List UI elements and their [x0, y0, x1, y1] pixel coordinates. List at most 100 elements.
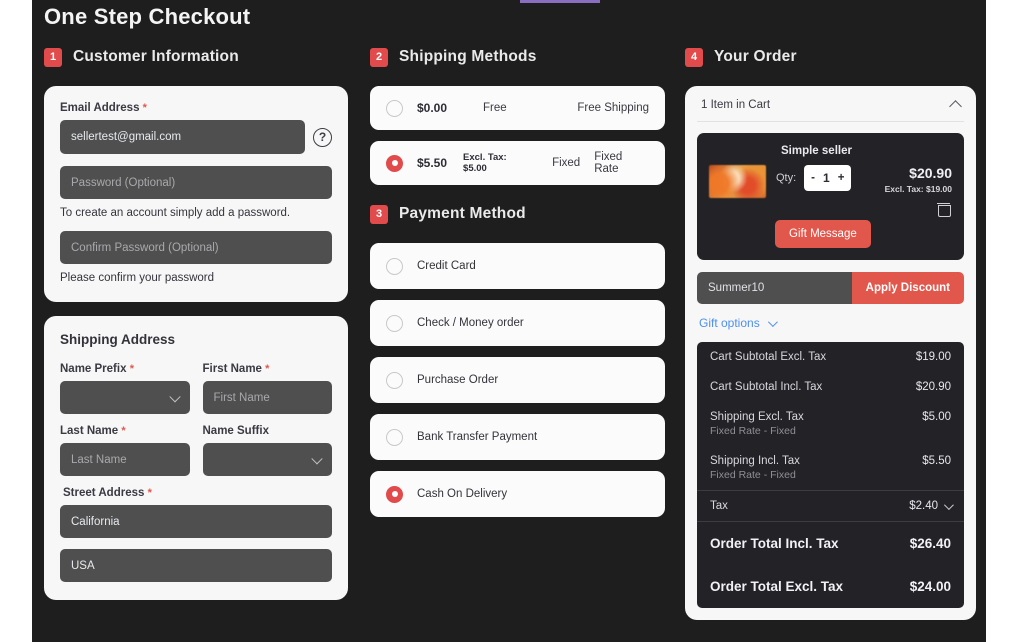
- radio-icon-selected[interactable]: [386, 154, 403, 172]
- payment-method-purchase-order[interactable]: Purchase Order: [370, 357, 665, 403]
- required-marker: *: [147, 487, 152, 499]
- email-row: sellertest@gmail.com ?: [60, 120, 332, 154]
- trash-icon[interactable]: [937, 202, 951, 217]
- cart-item-price: $20.90: [909, 165, 952, 181]
- totals-sublabel: Fixed Rate - Fixed: [710, 425, 796, 437]
- shipping-carrier-name: Free Shipping: [577, 102, 649, 114]
- radio-icon-selected[interactable]: [386, 485, 403, 503]
- totals-value: $20.90: [915, 381, 951, 393]
- step-badge-3: 3: [370, 204, 388, 224]
- payment-method-label: Purchase Order: [417, 374, 499, 386]
- name-prefix-label: Name Prefix *: [60, 363, 134, 375]
- totals-row: Cart Subtotal Incl. Tax $20.90: [697, 372, 964, 402]
- shipping-carrier-name: Fixed Rate: [594, 151, 623, 175]
- totals-label: Cart Subtotal Incl. Tax: [710, 381, 823, 393]
- email-input[interactable]: sellertest@gmail.com: [60, 120, 305, 154]
- section-title-payment: Payment Method: [399, 205, 526, 222]
- payment-method-credit-card[interactable]: Credit Card: [370, 243, 665, 289]
- question-circle-icon[interactable]: ?: [313, 127, 332, 147]
- shipping-method-option[interactable]: $0.00 Free Free Shipping: [370, 86, 665, 130]
- shipping-method-option[interactable]: $5.50 Excl. Tax: $5.00 Fixed Fixed Rate: [370, 141, 665, 185]
- radio-icon[interactable]: [386, 257, 403, 275]
- section-header-payment: 3 Payment Method: [370, 199, 665, 229]
- password-input[interactable]: Password (Optional): [60, 166, 332, 199]
- quantity-decrement-button[interactable]: -: [811, 172, 815, 184]
- street-address-label: Street Address *: [63, 487, 152, 499]
- section-header-customer: 1 Customer Information: [44, 42, 348, 72]
- radio-icon[interactable]: [386, 314, 403, 332]
- required-marker: *: [129, 363, 134, 375]
- payment-method-label: Check / Money order: [417, 317, 524, 329]
- shipping-method-list: $0.00 Free Free Shipping $5.50 Excl. Tax…: [370, 86, 665, 185]
- apply-discount-button[interactable]: Apply Discount: [851, 272, 964, 304]
- tax-label: Tax: [710, 500, 728, 512]
- first-name-input[interactable]: First Name: [202, 381, 332, 414]
- totals-row: Shipping Incl. Tax Fixed Rate - Fixed $5…: [697, 446, 964, 490]
- tax-value-wrap: $2.40: [909, 499, 954, 512]
- totals-value: $19.00: [915, 351, 951, 363]
- gift-message-button[interactable]: Gift Message: [775, 220, 871, 248]
- shipping-price: $0.00: [417, 101, 448, 115]
- section-header-order: 4 Your Order: [685, 42, 976, 72]
- cart-item-count: 1 Item in Cart: [701, 99, 771, 111]
- discount-code-input[interactable]: Summer10: [697, 272, 852, 304]
- section-title-shipping-methods: Shipping Methods: [399, 48, 537, 65]
- last-name-group: Last Name * Last Name: [60, 425, 190, 476]
- payment-method-list: Credit Card Check / Money order Purchase…: [370, 243, 665, 517]
- confirm-password-input[interactable]: Confirm Password (Optional): [60, 231, 332, 264]
- first-name-label: First Name *: [202, 363, 270, 375]
- quantity-value[interactable]: 1: [823, 171, 830, 185]
- gift-options-toggle[interactable]: Gift options: [697, 316, 964, 342]
- totals-sublabel: Fixed Rate - Fixed: [710, 469, 796, 481]
- totals-value: $5.50: [922, 455, 951, 467]
- order-summary-card: 1 Item in Cart Simple seller Qty: - 1 +: [685, 86, 976, 620]
- shipping-price: $5.50: [417, 156, 448, 170]
- totals-label-wrap: Cart Subtotal Excl. Tax: [710, 351, 826, 363]
- page-title: One Step Checkout: [44, 4, 251, 29]
- step-badge-1: 1: [44, 47, 62, 67]
- payment-method-check-money-order[interactable]: Check / Money order: [370, 300, 665, 346]
- name-suffix-group: Name Suffix: [202, 425, 332, 476]
- shipping-payment-column: 2 Shipping Methods $0.00 Free Free Shipp…: [360, 42, 675, 620]
- last-name-input[interactable]: Last Name: [60, 443, 190, 476]
- street-address-line1[interactable]: California: [60, 505, 332, 538]
- cart-header[interactable]: 1 Item in Cart: [697, 99, 964, 122]
- first-name-group: First Name * First Name: [202, 363, 332, 414]
- payment-method-bank-transfer[interactable]: Bank Transfer Payment: [370, 414, 665, 460]
- payment-method-label: Bank Transfer Payment: [417, 431, 538, 443]
- radio-icon[interactable]: [386, 428, 403, 446]
- order-total-incl-tax-row: Order Total Incl. Tax $26.40: [697, 521, 964, 565]
- chevron-down-icon: [767, 316, 778, 327]
- checkout-page: One Step Checkout 1 Customer Information…: [32, 0, 986, 642]
- section-title-order: Your Order: [714, 48, 797, 65]
- radio-icon[interactable]: [386, 99, 403, 117]
- discount-row: Summer10 Apply Discount: [697, 272, 964, 304]
- section-title-customer: Customer Information: [73, 48, 239, 65]
- required-marker: *: [121, 425, 126, 437]
- quantity-increment-button[interactable]: +: [838, 172, 845, 184]
- payment-method-cash-on-delivery[interactable]: Cash On Delivery: [370, 471, 665, 517]
- cart-item-price-excl-tax: Excl. Tax: $19.00: [884, 184, 952, 194]
- name-prefix-group: Name Prefix *: [60, 363, 190, 414]
- cart-item-seller: Simple seller: [781, 145, 852, 157]
- quantity-label: Qty:: [776, 172, 797, 184]
- order-total-label: Order Total Excl. Tax: [710, 579, 844, 594]
- cart-item-row: Qty: - 1 + $20.90 Excl. Tax: $19.00: [709, 165, 952, 217]
- order-total-excl-tax-row: Order Total Excl. Tax $24.00: [697, 565, 964, 608]
- chevron-up-icon[interactable]: [949, 100, 962, 113]
- cart-item: Simple seller Qty: - 1 + $20.90 Excl. Ta…: [697, 133, 964, 260]
- shipping-price-excl-tax: Excl. Tax: $5.00: [463, 152, 507, 174]
- payment-method-label: Credit Card: [417, 260, 476, 272]
- email-label: Email Address *: [60, 102, 147, 114]
- quantity-control: Qty: - 1 +: [776, 165, 852, 191]
- radio-icon[interactable]: [386, 371, 403, 389]
- quantity-stepper[interactable]: - 1 +: [804, 165, 852, 191]
- totals-row-tax[interactable]: Tax $2.40: [697, 490, 964, 521]
- customer-information-card: Email Address * sellertest@gmail.com ? P…: [44, 86, 348, 302]
- chevron-down-icon[interactable]: [943, 499, 954, 510]
- shipping-method-name: Free: [483, 102, 507, 114]
- cart-item-price-column: $20.90 Excl. Tax: $19.00: [884, 165, 952, 217]
- step-badge-2: 2: [370, 47, 388, 67]
- shipping-address-card: Shipping Address Name Prefix * First Nam…: [44, 316, 348, 600]
- street-address-line2[interactable]: USA: [60, 549, 332, 582]
